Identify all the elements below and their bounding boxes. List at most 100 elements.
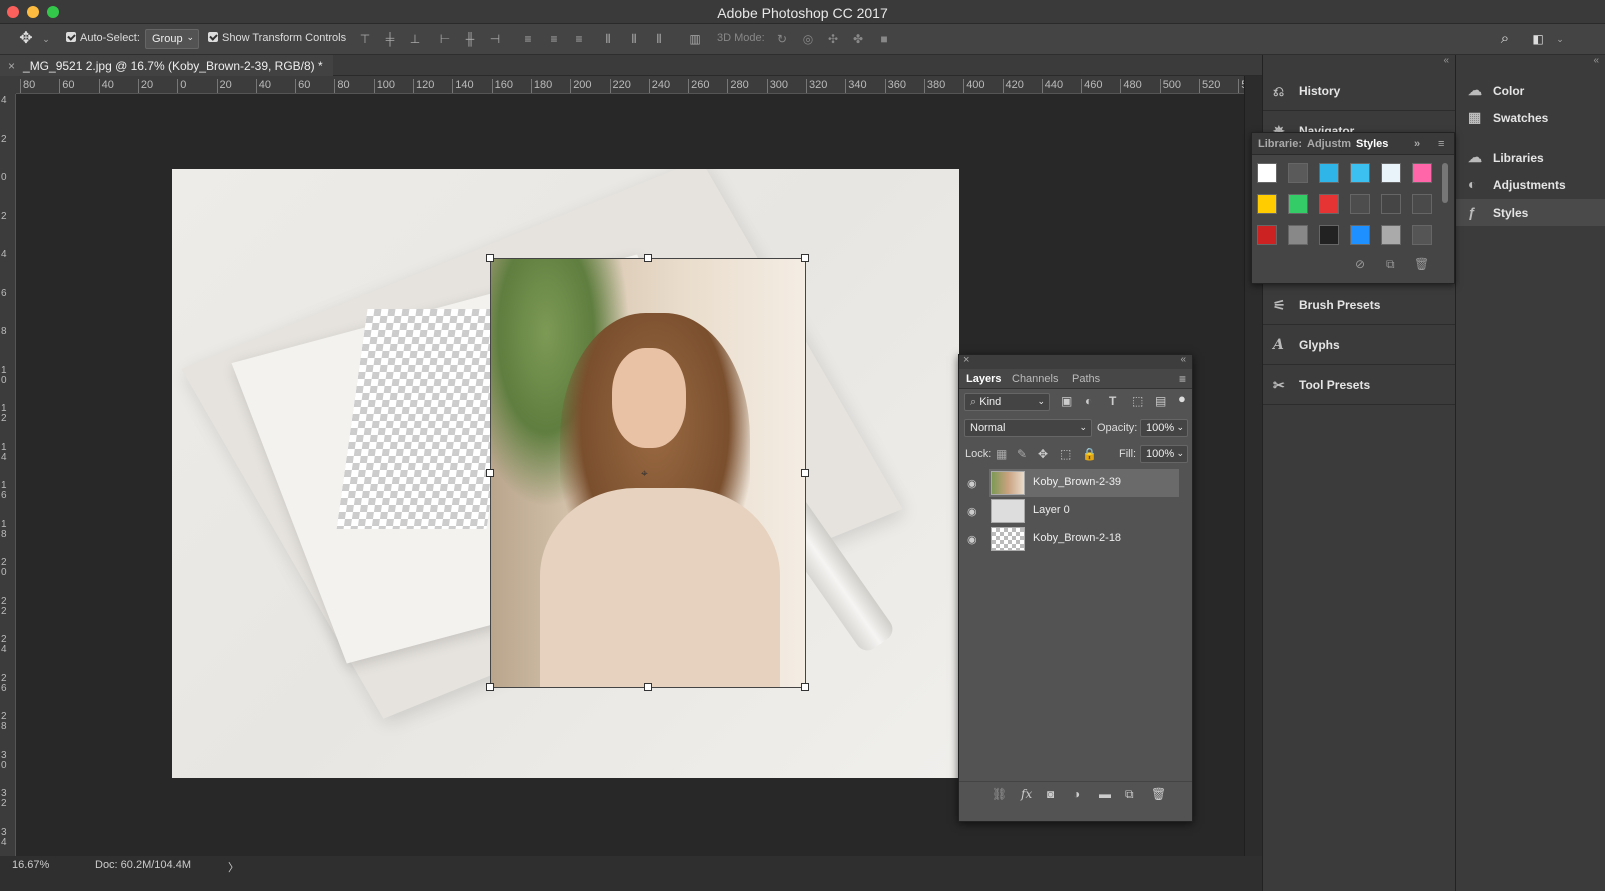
align-vcenter-icon[interactable]: ╪ [382, 31, 398, 47]
transform-handle-bottom[interactable] [644, 683, 652, 691]
style-swatch[interactable] [1381, 225, 1401, 245]
auto-select-dropdown[interactable]: Group ⌄ [145, 29, 199, 49]
eye-icon[interactable]: ◉ [967, 505, 983, 518]
pan-3d-icon[interactable]: ✣ [825, 31, 841, 47]
styles-scrollbar[interactable] [1442, 163, 1448, 203]
roll-3d-icon[interactable]: ◎ [800, 31, 816, 47]
layers-panel-header[interactable]: × « [959, 354, 1192, 369]
align-bottom-icon[interactable]: ⊥ [407, 31, 423, 47]
style-swatch[interactable] [1381, 163, 1401, 183]
align-right-icon[interactable]: ⊣ [487, 31, 503, 47]
filter-adjustment-icon[interactable]: ◐ [1085, 394, 1092, 408]
layer-row[interactable]: Koby_Brown-2-39 [989, 469, 1179, 497]
link-layers-icon[interactable]: ⛓ [992, 787, 1007, 801]
distribute-top-icon[interactable]: ≡ [520, 31, 536, 47]
trash-icon[interactable]: 🗑 [1151, 787, 1166, 801]
folder-icon[interactable]: ▬ [1099, 787, 1111, 801]
dock-item-history[interactable]: ⎌ History [1263, 71, 1455, 111]
opacity-input[interactable]: 100% ⌄ [1140, 419, 1188, 437]
style-swatch[interactable] [1257, 163, 1277, 183]
style-swatch[interactable] [1350, 225, 1370, 245]
distribute-left-icon[interactable]: ⦀ [600, 31, 616, 47]
distribute-vcenter-icon[interactable]: ≡ [546, 31, 562, 47]
layer-row[interactable]: Layer 0 [989, 497, 1179, 525]
panel-menu-icon[interactable]: ≡ [1438, 138, 1444, 150]
blend-mode-dropdown[interactable]: Normal ⌄ [964, 419, 1092, 437]
document-canvas[interactable]: ⌖ [172, 169, 959, 778]
style-swatch[interactable] [1288, 163, 1308, 183]
auto-select-checkbox[interactable]: Auto-Select: [66, 32, 140, 44]
zoom-level[interactable]: 16.67% [12, 859, 49, 871]
lock-transparent-icon[interactable]: ▦ [996, 447, 1007, 461]
distribute-right-icon[interactable]: ⦀ [651, 31, 667, 47]
fx-icon[interactable]: fx [1021, 787, 1032, 801]
style-swatch[interactable] [1319, 194, 1339, 214]
filter-smartobject-icon[interactable]: ▤ [1155, 394, 1166, 408]
style-swatch[interactable] [1412, 194, 1432, 214]
dock-item-swatches[interactable]: ▦ Swatches [1456, 104, 1605, 131]
filter-pixel-icon[interactable]: ▣ [1061, 394, 1072, 408]
lock-all-icon[interactable]: 🔒 [1082, 447, 1097, 461]
transform-bounding-box[interactable]: ⌖ [486, 254, 809, 691]
style-swatch[interactable] [1381, 194, 1401, 214]
filter-kind-dropdown[interactable]: ⌕ Kind ⌄ [964, 393, 1050, 411]
tab-paths[interactable]: Paths [1072, 373, 1100, 385]
transform-handle-bottom-right[interactable] [801, 683, 809, 691]
lock-artboard-icon[interactable]: ⬚ [1060, 447, 1071, 461]
transform-handle-left[interactable] [486, 469, 494, 477]
collapse-icon[interactable]: « [1443, 55, 1449, 66]
scale-3d-icon[interactable]: ■ [876, 31, 892, 47]
add-mask-icon[interactable]: ◙ [1047, 787, 1054, 801]
tab-channels[interactable]: Channels [1012, 373, 1058, 385]
tab-adjustments[interactable]: Adjustm [1307, 138, 1351, 150]
transform-center-icon[interactable]: ⌖ [641, 466, 648, 481]
style-swatch[interactable] [1319, 225, 1339, 245]
transform-handle-top-right[interactable] [801, 254, 809, 262]
dock-item-glyphs[interactable]: A Glyphs [1263, 325, 1455, 365]
document-tab[interactable]: × _MG_9521 2.jpg @ 16.7% (Koby_Brown-2-39… [0, 55, 333, 76]
distribute-bottom-icon[interactable]: ≡ [571, 31, 587, 47]
transform-handle-top[interactable] [644, 254, 652, 262]
style-swatch[interactable] [1412, 225, 1432, 245]
tab-libraries[interactable]: Librarie: [1258, 138, 1302, 150]
orbit-3d-icon[interactable]: ↻ [774, 31, 790, 47]
lock-position-icon[interactable]: ✥ [1038, 447, 1048, 461]
style-swatch[interactable] [1319, 163, 1339, 183]
transform-handle-bottom-left[interactable] [486, 683, 494, 691]
auto-align-icon[interactable]: ▥ [687, 31, 703, 47]
dock-item-libraries[interactable]: ☁ Libraries [1456, 144, 1605, 171]
eye-icon[interactable]: ◉ [967, 477, 983, 490]
eye-icon[interactable]: ◉ [967, 533, 983, 546]
move-tool-icon[interactable]: ✥ [18, 31, 34, 47]
tab-styles[interactable]: Styles [1356, 138, 1388, 150]
dock-item-adjustments[interactable]: ◐ Adjustments [1456, 171, 1605, 198]
collapse-icon[interactable]: « [1180, 354, 1186, 365]
clear-style-icon[interactable]: ⊘ [1355, 257, 1365, 271]
horizontal-ruler[interactable]: 80 60 40 20 0 20 40 60 80 100 120 140 160 180 200 220 24… [16, 76, 1244, 94]
dock-item-brush-presets[interactable]: ⚟ Brush Presets [1263, 285, 1455, 325]
style-swatch[interactable] [1288, 225, 1308, 245]
transform-handle-right[interactable] [801, 469, 809, 477]
distribute-hcenter-icon[interactable]: ⦀ [626, 31, 642, 47]
dock-item-styles[interactable]: ƒ Styles [1456, 199, 1605, 226]
filter-toggle-icon[interactable]: ● [1178, 391, 1186, 406]
slide-3d-icon[interactable]: ✤ [850, 31, 866, 47]
filter-type-icon[interactable]: T [1109, 394, 1116, 408]
style-swatch[interactable] [1350, 194, 1370, 214]
show-transform-controls-checkbox[interactable]: Show Transform Controls [208, 32, 346, 44]
align-top-icon[interactable]: ⊤ [357, 31, 373, 47]
style-swatch[interactable] [1257, 194, 1277, 214]
dock-item-navigator[interactable]: ✵ Navigator [1263, 111, 1455, 133]
new-layer-icon[interactable]: ⧉ [1125, 787, 1134, 802]
filter-shape-icon[interactable]: ⬚ [1132, 394, 1143, 408]
dock-item-color[interactable]: ☁ Color [1456, 77, 1605, 104]
style-swatch[interactable] [1412, 163, 1432, 183]
vertical-ruler[interactable]: 4 2 0 2 4 6 8 10 12 14 16 18 20 22 24 26 28 30 32 34 [0, 94, 16, 856]
layer-row[interactable]: Koby_Brown-2-18 [989, 525, 1179, 553]
dock-item-tool-presets[interactable]: ✂ Tool Presets [1263, 365, 1455, 405]
align-left-icon[interactable]: ⊢ [437, 31, 453, 47]
chevron-down-icon[interactable]: ⌄ [38, 31, 54, 47]
close-icon[interactable]: × [963, 354, 969, 366]
trash-icon[interactable]: 🗑 [1414, 257, 1429, 271]
fill-input[interactable]: 100% ⌄ [1140, 445, 1188, 463]
